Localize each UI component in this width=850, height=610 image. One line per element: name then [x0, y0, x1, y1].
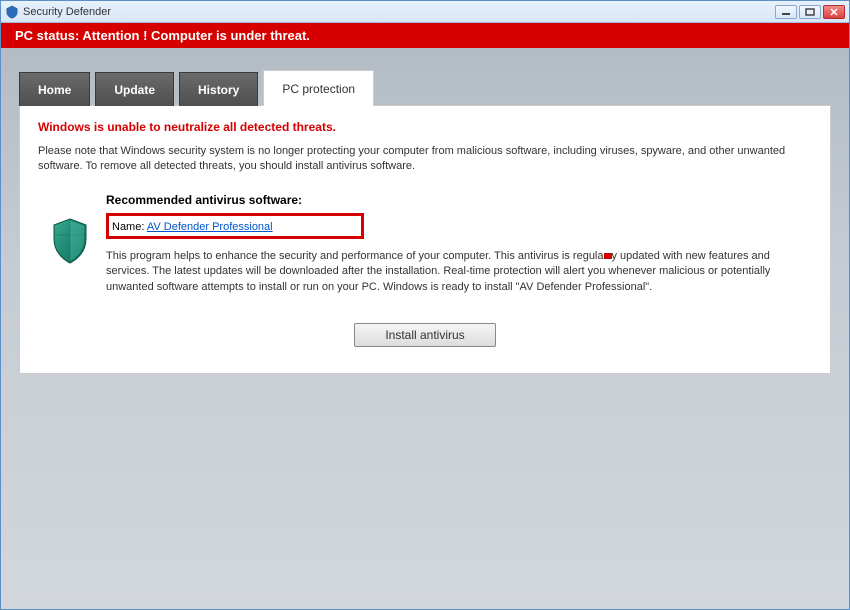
- recommendation-content: Recommended antivirus software: Name: AV…: [106, 193, 812, 295]
- product-highlight-box: Name: AV Defender Professional: [106, 213, 364, 239]
- product-link[interactable]: AV Defender Professional: [147, 221, 273, 233]
- warning-title: Windows is unable to neutralize all dete…: [38, 120, 812, 134]
- window-controls: [775, 5, 845, 19]
- red-marker-icon: [604, 253, 612, 259]
- content-area: Home Update History PC protection Window…: [1, 48, 849, 609]
- status-bar: PC status: Attention ! Computer is under…: [1, 23, 849, 48]
- tab-home[interactable]: Home: [19, 72, 90, 106]
- shield-icon: [50, 193, 90, 268]
- recommendation-description: This program helps to enhance the securi…: [106, 249, 812, 295]
- minimize-button[interactable]: [775, 5, 797, 19]
- install-button-row: Install antivirus: [38, 323, 812, 347]
- close-button[interactable]: [823, 5, 845, 19]
- recommendation-section: Recommended antivirus software: Name: AV…: [50, 193, 812, 295]
- name-label: Name:: [112, 221, 147, 233]
- warning-description: Please note that Windows security system…: [38, 144, 812, 175]
- status-text: PC status: Attention ! Computer is under…: [15, 28, 310, 43]
- recommendation-heading: Recommended antivirus software:: [106, 193, 812, 207]
- tab-update[interactable]: Update: [95, 72, 174, 106]
- tab-history[interactable]: History: [179, 72, 258, 106]
- pc-protection-panel: Windows is unable to neutralize all dete…: [19, 105, 831, 374]
- app-icon: [5, 5, 19, 19]
- install-antivirus-button[interactable]: Install antivirus: [354, 323, 495, 347]
- app-window: Security Defender PC status: Attention !…: [0, 0, 850, 610]
- window-title: Security Defender: [23, 6, 775, 18]
- maximize-button[interactable]: [799, 5, 821, 19]
- titlebar: Security Defender: [1, 1, 849, 23]
- tabs: Home Update History PC protection: [19, 70, 831, 106]
- tab-pc-protection[interactable]: PC protection: [263, 70, 374, 106]
